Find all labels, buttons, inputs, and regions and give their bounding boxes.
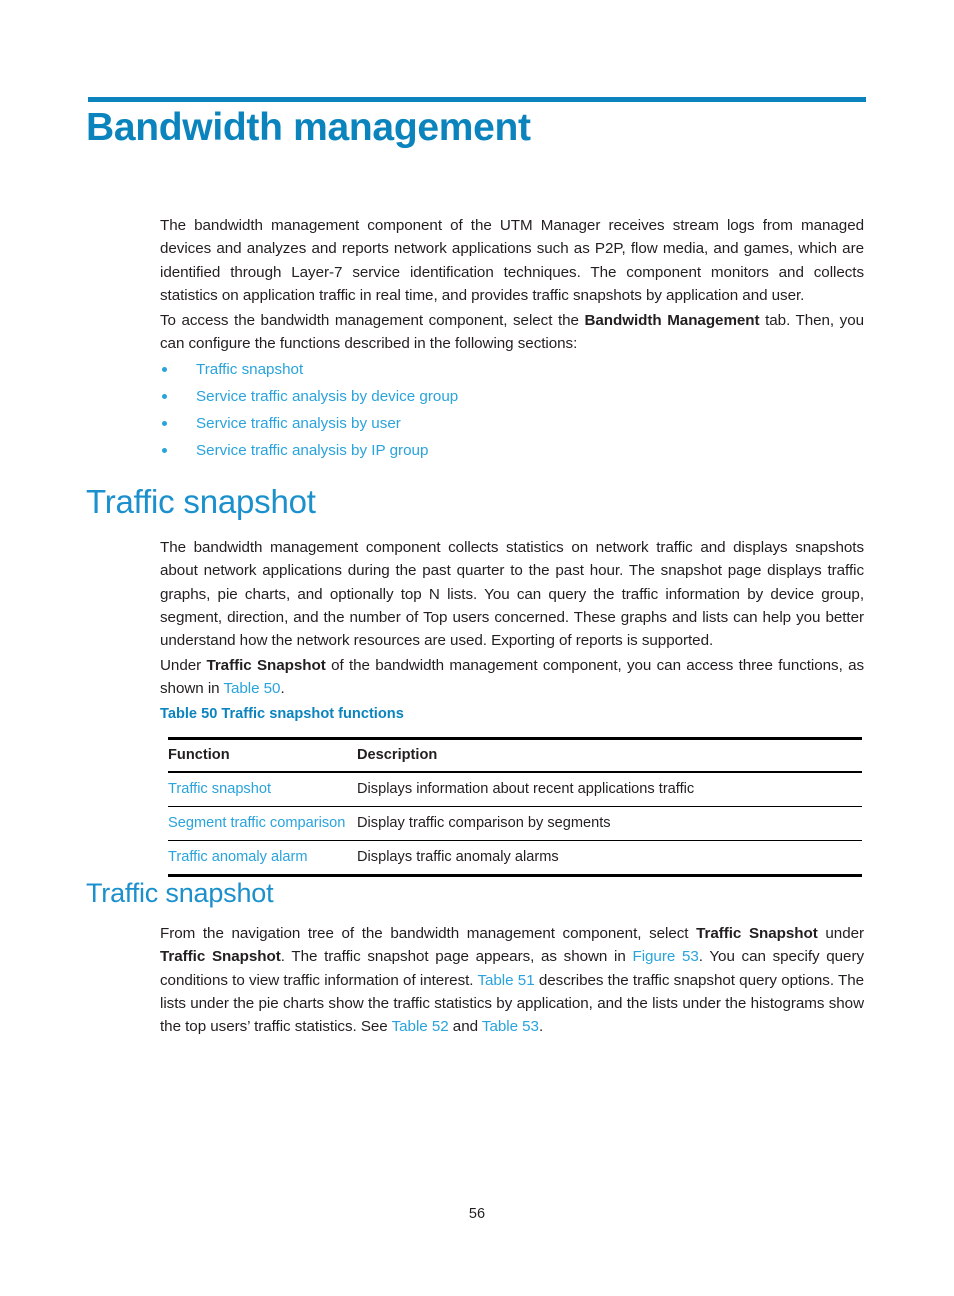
list-item[interactable]: Traffic snapshot [160, 358, 864, 385]
subsection-text-g: . [538, 1018, 544, 1036]
intro-paragraph-1-text: The bandwidth management component of th… [160, 217, 864, 304]
subsection-heading-traffic-snapshot: Traffic snapshot [86, 878, 274, 908]
link-service-traffic-analysis-by-ip-group[interactable]: Service traffic analysis by IP group [196, 439, 428, 462]
link-traffic-snapshot[interactable]: Traffic snapshot [196, 358, 303, 381]
bullet-icon [162, 367, 167, 372]
page-number: 56 [468, 1206, 486, 1222]
section-links-list: Traffic snapshot Service traffic analysi… [160, 358, 864, 466]
subsection-text-b: under [817, 925, 865, 942]
cell-function: Traffic anomaly alarm [168, 841, 357, 875]
subsection-paragraph: From the navigation tree of the bandwidt… [160, 922, 864, 1038]
intro-paragraph-1: The bandwidth management component of th… [160, 214, 864, 307]
link-traffic-snapshot-row[interactable]: Traffic snapshot [168, 781, 271, 797]
subsection-text-c: . The traffic snapshot page appears, as … [280, 948, 633, 966]
intro-paragraph-2-text-a: To access the bandwidth management compo… [160, 312, 585, 329]
cell-description: Displays traffic anomaly alarms [357, 849, 559, 865]
section-paragraph-2-text-c: . [280, 680, 285, 698]
table-row: Traffic anomaly alarm Displays traffic a… [168, 841, 862, 875]
table-50: Function Description Traffic snapshot Di… [168, 737, 862, 877]
traffic-snapshot-bold-1: Traffic Snapshot [696, 925, 818, 942]
chapter-title-rule [88, 97, 866, 102]
section-paragraph-1-text: The bandwidth management component colle… [160, 539, 864, 650]
list-item[interactable]: Service traffic analysis by device group [160, 385, 864, 412]
cell-description: Display traffic comparison by segments [357, 815, 611, 831]
section-paragraph-2: Under Traffic Snapshot of the bandwidth … [160, 654, 864, 701]
subsection-text-a: From the navigation tree of the bandwidt… [160, 925, 697, 942]
intro-paragraph-1-container: The bandwidth management component of th… [160, 214, 864, 307]
traffic-snapshot-bold: Traffic Snapshot [206, 657, 326, 674]
link-service-traffic-analysis-by-device-group[interactable]: Service traffic analysis by device group [196, 385, 458, 408]
cell-function: Traffic snapshot [168, 772, 357, 807]
section-paragraph-1: The bandwidth management component colle… [160, 536, 864, 652]
cell-function: Segment traffic comparison [168, 807, 357, 841]
chapter-title: Bandwidth management [86, 106, 531, 149]
subsection-paragraph-container: From the navigation tree of the bandwidt… [160, 922, 864, 1038]
table-50-grid: Function Description Traffic snapshot Di… [168, 740, 862, 874]
link-table-53[interactable]: Table 53 [482, 1018, 539, 1035]
link-segment-traffic-comparison-row[interactable]: Segment traffic comparison [168, 815, 345, 831]
column-header-description: Description [357, 747, 438, 763]
link-figure-53[interactable]: Figure 53 [632, 948, 698, 965]
column-header-function: Function [168, 747, 230, 763]
bullet-icon [162, 448, 167, 453]
bullet-icon [162, 421, 167, 426]
list-item[interactable]: Service traffic analysis by user [160, 412, 864, 439]
table-50-caption: Table 50 Traffic snapshot functions [160, 706, 404, 722]
bandwidth-management-tab-bold: Bandwidth Management [584, 312, 760, 329]
table-row: Segment traffic comparison Display traff… [168, 807, 862, 841]
cell-description: Displays information about recent applic… [357, 781, 695, 797]
intro-paragraph-2: To access the bandwidth management compo… [160, 309, 864, 356]
table-row: Traffic snapshot Displays information ab… [168, 772, 862, 807]
section-heading-traffic-snapshot: Traffic snapshot [86, 483, 316, 520]
subsection-text-f: and [448, 1018, 482, 1036]
table-header-row: Function Description [168, 740, 862, 772]
section-paragraph-2-container: Under Traffic Snapshot of the bandwidth … [160, 654, 864, 701]
list-item[interactable]: Service traffic analysis by IP group [160, 439, 864, 466]
link-table-50[interactable]: Table 50 [223, 680, 280, 697]
link-table-51[interactable]: Table 51 [477, 972, 534, 989]
intro-paragraph-2-container: To access the bandwidth management compo… [160, 309, 864, 356]
section-paragraph-2-text-a: Under [160, 657, 207, 674]
link-table-52[interactable]: Table 52 [392, 1018, 449, 1035]
bullet-icon [162, 394, 167, 399]
link-traffic-anomaly-alarm-row[interactable]: Traffic anomaly alarm [168, 849, 308, 865]
section-paragraph-1-container: The bandwidth management component colle… [160, 536, 864, 652]
link-service-traffic-analysis-by-user[interactable]: Service traffic analysis by user [196, 412, 401, 435]
traffic-snapshot-bold-2: Traffic Snapshot [160, 948, 281, 966]
document-page: Bandwidth management The bandwidth manag… [0, 0, 954, 1296]
